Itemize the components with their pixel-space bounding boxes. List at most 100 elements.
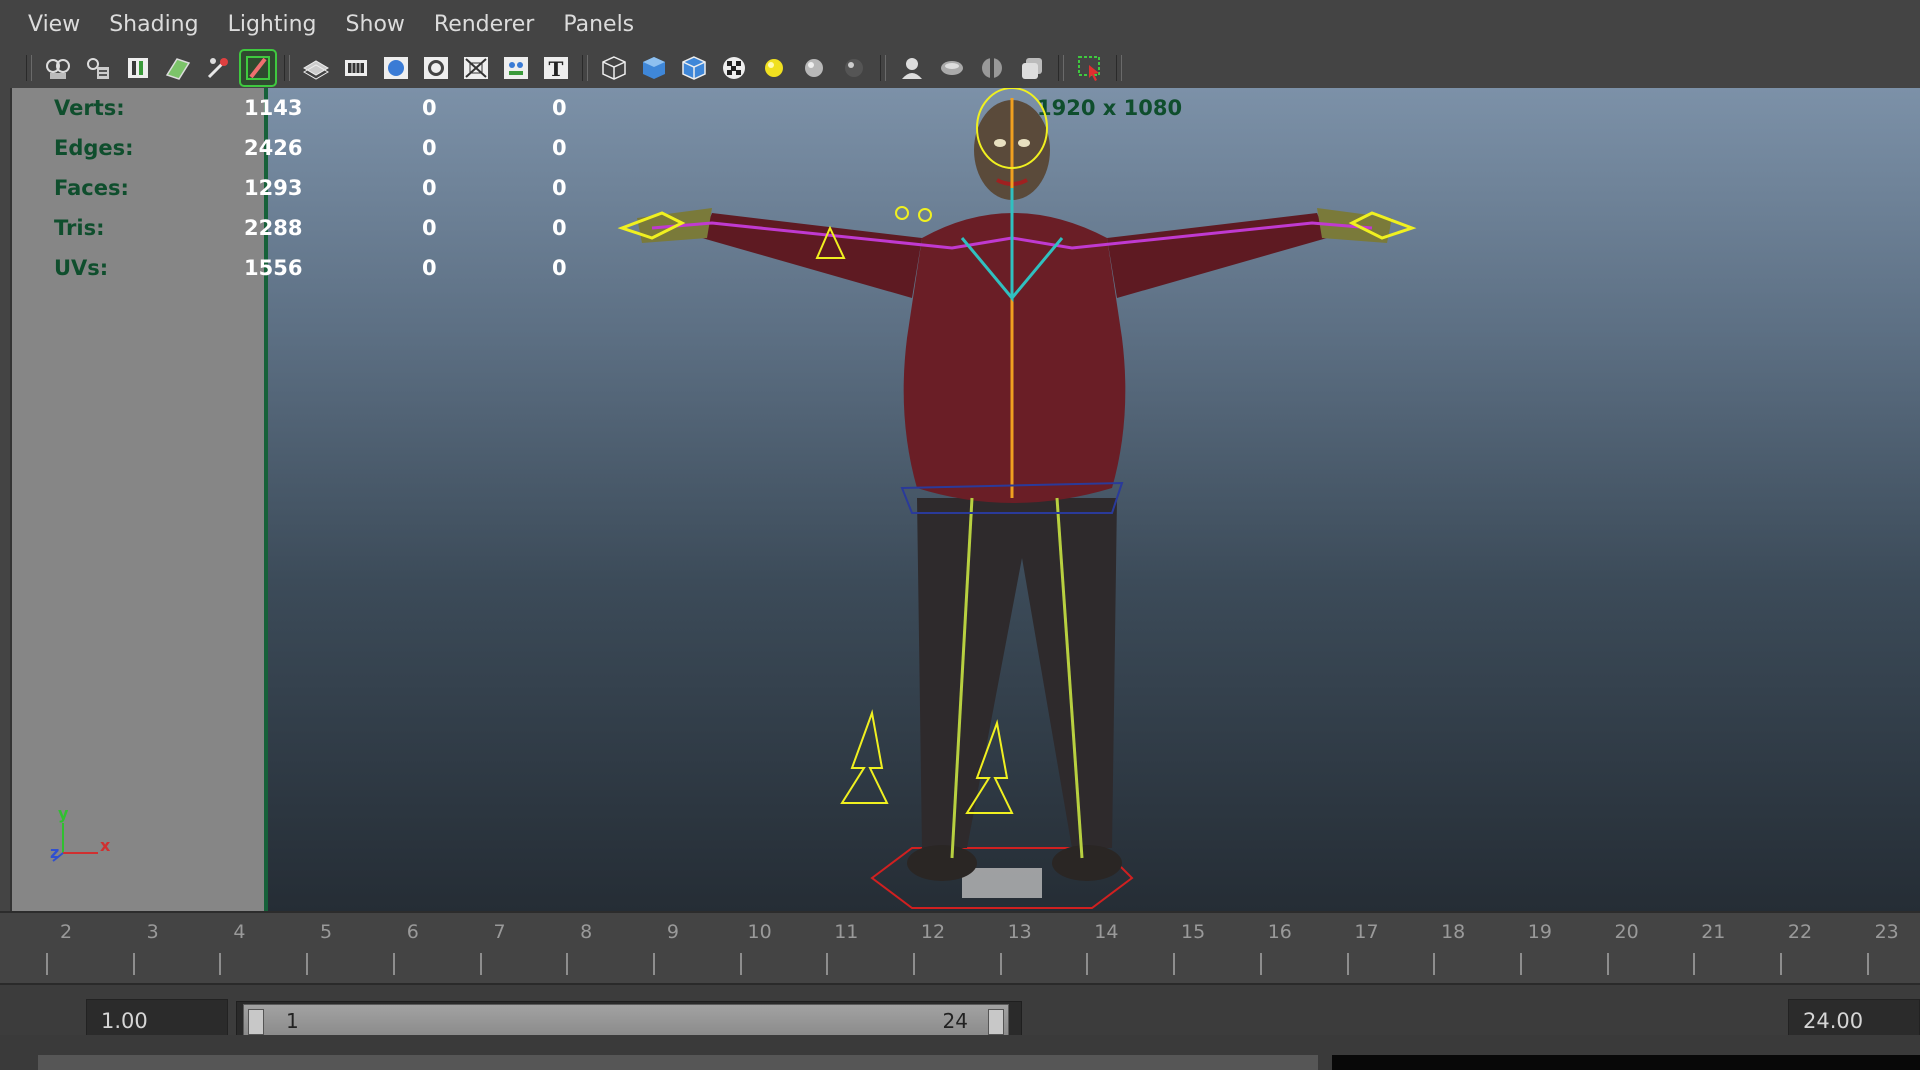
timeline-frame-label: 15 xyxy=(1181,921,1206,943)
right-foot xyxy=(1052,845,1122,881)
timeline-frame-label: 3 xyxy=(146,921,159,943)
timeline-tick xyxy=(652,953,655,975)
timeline-tick xyxy=(1259,953,1262,975)
timeline-frame-label: 23 xyxy=(1874,921,1899,943)
3d-viewport[interactable]: Verts: 1143 0 0 Edges: 2426 0 0 Faces: 1… xyxy=(10,88,1920,911)
timeline-tick xyxy=(1433,953,1436,975)
timeline-tick xyxy=(306,953,309,975)
xray-icon[interactable] xyxy=(1015,51,1049,85)
image-plane-icon[interactable] xyxy=(161,51,195,85)
toolbar-separator xyxy=(1058,55,1064,81)
menu-renderer[interactable]: Renderer xyxy=(419,0,548,50)
use-all-lights-icon[interactable] xyxy=(757,51,791,85)
shadows-icon[interactable] xyxy=(797,51,831,85)
command-line-input[interactable] xyxy=(38,1055,1318,1070)
grease-pencil-icon[interactable] xyxy=(239,49,277,87)
timeline-tick xyxy=(132,953,135,975)
smooth-shade-icon[interactable] xyxy=(637,51,671,85)
timeline-tick xyxy=(739,953,742,975)
timeline-tick xyxy=(479,953,482,975)
toolbar-separator xyxy=(1116,55,1122,81)
timeline-frame-label: 17 xyxy=(1354,921,1379,943)
grid-icon[interactable] xyxy=(299,51,333,85)
resolution-gate-icon[interactable] xyxy=(379,51,413,85)
timeline-frame-label: 2 xyxy=(59,921,73,943)
axis-gizmo: y z x xyxy=(50,804,111,862)
timeline-frame-label: 18 xyxy=(1441,921,1466,943)
screen-space-ao-icon[interactable] xyxy=(837,51,871,85)
timeline-tick xyxy=(1346,953,1349,975)
film-gate-icon[interactable] xyxy=(339,51,373,85)
time-slider[interactable]: 2 3 4 5 6 7 8 9 10 11 12 13 14 15 16 17 18 19 20 21 22 23 xyxy=(0,911,1920,983)
timeline-tick xyxy=(566,953,569,975)
isolate-select-icon[interactable] xyxy=(1073,51,1107,85)
rigged-character-model[interactable] xyxy=(12,88,1920,911)
timeline-tick xyxy=(1606,953,1609,975)
range-end-handle[interactable] xyxy=(988,1009,1004,1035)
select-camera-icon[interactable] xyxy=(41,51,75,85)
ground-grid-patch xyxy=(962,868,1042,898)
menu-panels[interactable]: Panels xyxy=(548,0,648,50)
left-foot xyxy=(907,845,977,881)
menu-lighting[interactable]: Lighting xyxy=(213,0,331,50)
wireframe-icon[interactable] xyxy=(597,51,631,85)
timeline-tick xyxy=(1693,953,1696,975)
axis-label-x: x xyxy=(100,836,111,855)
toolbar-separator xyxy=(880,55,886,81)
timeline-frame-label: 11 xyxy=(834,921,859,943)
timeline-frame-label: 14 xyxy=(1094,921,1119,943)
timeline-tick xyxy=(913,953,915,975)
timeline-frame-label: 9 xyxy=(666,921,679,943)
safe-title-icon[interactable]: T xyxy=(539,51,573,85)
timeline-frame-label: 12 xyxy=(920,921,946,943)
timeline-tick xyxy=(46,953,48,975)
timeline-tick xyxy=(1519,953,1522,975)
motion-blur-icon[interactable] xyxy=(895,51,929,85)
range-start-handle[interactable] xyxy=(248,1009,264,1035)
range-end-value: 24 xyxy=(942,1009,968,1033)
menu-shading[interactable]: Shading xyxy=(94,0,212,50)
command-line-strip xyxy=(0,1035,1920,1070)
timeline-tick xyxy=(826,953,829,975)
timeline-tick xyxy=(1086,953,1089,975)
bookmarks-icon[interactable] xyxy=(121,51,155,85)
timeline-frame-label: 6 xyxy=(406,921,419,943)
timeline-frame-label: 4 xyxy=(233,921,246,943)
axis-label-z: z xyxy=(50,843,59,862)
character-legs xyxy=(917,498,1117,848)
panel-menu-bar: View Shading Lighting Show Renderer Pane… xyxy=(0,0,1920,50)
timeline-tick xyxy=(219,953,222,975)
timeline-tick xyxy=(1866,953,1869,975)
menu-view[interactable]: View xyxy=(0,0,94,50)
toolbar-separator xyxy=(582,55,588,81)
character-torso xyxy=(903,213,1126,503)
axis-label-y: y xyxy=(58,804,69,823)
eye-control-right xyxy=(918,208,932,222)
textured-icon[interactable] xyxy=(717,51,751,85)
field-chart-icon[interactable] xyxy=(459,51,493,85)
gate-mask-icon[interactable] xyxy=(419,51,453,85)
left-knee-pole-vector xyxy=(840,709,889,804)
menu-show[interactable]: Show xyxy=(331,0,419,50)
timeline-frame-label: 8 xyxy=(580,921,593,943)
safe-action-icon[interactable] xyxy=(499,51,533,85)
timeline-frame-label: 10 xyxy=(747,921,772,943)
wireframe-on-shaded-icon[interactable] xyxy=(677,51,711,85)
depth-of-field-icon[interactable] xyxy=(975,51,1009,85)
2d-pan-zoom-icon[interactable] xyxy=(201,51,235,85)
range-slider-thumb[interactable]: 1 24 xyxy=(243,1004,1009,1038)
timeline-frame-label: 13 xyxy=(1007,921,1032,943)
timeline-tick xyxy=(1780,953,1782,975)
toolbar-separator xyxy=(26,55,32,81)
timeline-tick xyxy=(1173,953,1176,975)
camera-attributes-icon[interactable] xyxy=(81,51,115,85)
timeline-frame-label: 19 xyxy=(1527,921,1552,943)
timeline-frame-label: 20 xyxy=(1614,921,1639,943)
range-slider-bar: 1.00 1 24 24.00 xyxy=(0,983,1920,1041)
timeline-frame-label: 22 xyxy=(1787,921,1813,943)
timeline-frame-label: 16 xyxy=(1267,921,1292,943)
multisample-aa-icon[interactable] xyxy=(935,51,969,85)
panel-toolbar: T xyxy=(0,48,1920,88)
svg-text:T: T xyxy=(549,57,564,81)
timeline-frame-label: 5 xyxy=(320,921,333,943)
